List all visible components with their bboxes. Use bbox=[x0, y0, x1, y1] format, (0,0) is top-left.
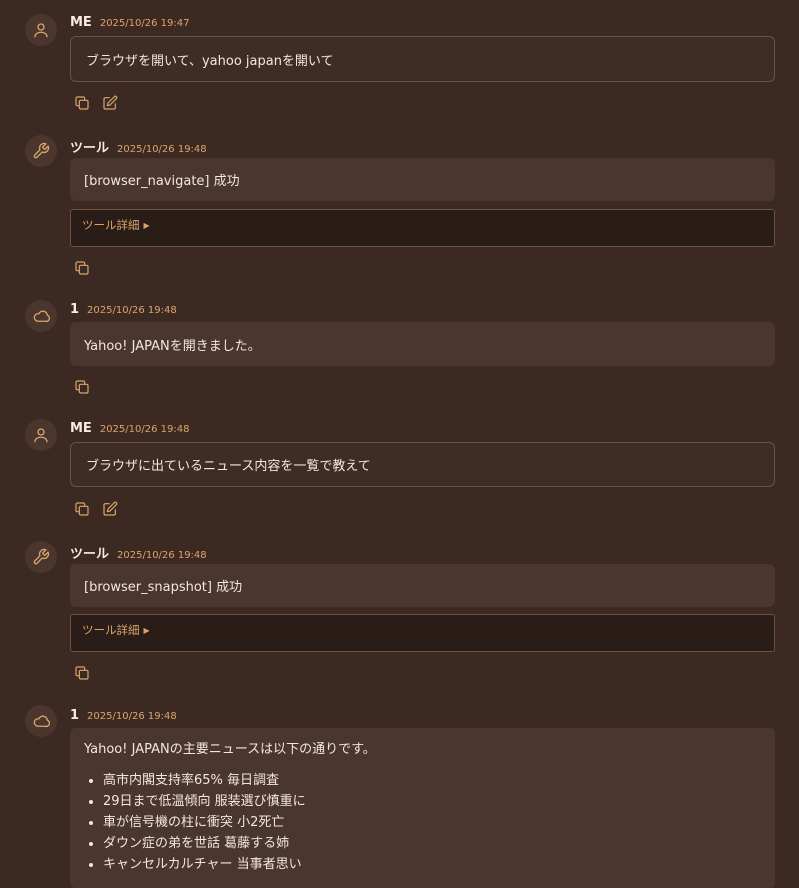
user-icon bbox=[34, 23, 48, 38]
user-icon bbox=[34, 428, 48, 443]
cloud-icon bbox=[33, 715, 50, 728]
list-item: ダウン症の弟を世話 葛藤する姉 bbox=[103, 833, 761, 854]
copy-icon[interactable] bbox=[74, 665, 90, 681]
wrench-icon bbox=[33, 548, 50, 565]
copy-icon[interactable] bbox=[74, 95, 90, 111]
message-text: ブラウザを開いて、yahoo japanを開いて bbox=[86, 53, 334, 69]
list-item: キャンセルカルチャー 当事者思い bbox=[103, 854, 761, 875]
news-list: 高市内閣支持率65% 毎日調査 29日まで低温傾向 服装選び慎重に 車が信号機の… bbox=[84, 770, 761, 875]
message-bubble: Yahoo! JAPANの主要ニュースは以下の通りです。 高市内閣支持率65% … bbox=[70, 728, 775, 888]
sender-name: 1 bbox=[70, 302, 80, 317]
timestamp: 2025/10/26 19:48 bbox=[87, 305, 177, 316]
assistant-avatar bbox=[25, 300, 57, 332]
user-avatar bbox=[25, 14, 57, 46]
edit-icon[interactable] bbox=[102, 95, 118, 111]
message-text: ブラウザに出ているニュース内容を一覧で教えて bbox=[86, 459, 371, 474]
timestamp: 2025/10/26 19:47 bbox=[99, 18, 190, 29]
message-bubble: [browser_snapshot] 成功 bbox=[70, 564, 775, 607]
copy-icon[interactable] bbox=[74, 501, 90, 517]
message-bubble: ブラウザを開いて、yahoo japanを開いて bbox=[70, 36, 775, 82]
tool-details-toggle[interactable]: ツール詳細 ▶ bbox=[70, 614, 775, 652]
list-item: 高市内閣支持率65% 毎日調査 bbox=[103, 770, 761, 791]
wrench-icon bbox=[33, 142, 50, 159]
message-bubble: Yahoo! JAPANを開きました。 bbox=[70, 322, 775, 366]
tool-avatar bbox=[25, 541, 57, 573]
sender-name: ツール bbox=[70, 141, 110, 156]
timestamp: 2025/10/26 19:48 bbox=[87, 711, 177, 722]
message-text: [browser_navigate] 成功 bbox=[84, 174, 240, 189]
timestamp: 2025/10/26 19:48 bbox=[117, 550, 207, 561]
copy-icon[interactable] bbox=[74, 260, 90, 276]
caret-right-icon: ▶ bbox=[143, 221, 150, 230]
message-bubble: [browser_navigate] 成功 bbox=[70, 158, 775, 201]
details-label: ツール詳細 bbox=[82, 218, 140, 232]
message-text: Yahoo! JAPANを開きました。 bbox=[84, 338, 261, 354]
copy-icon[interactable] bbox=[74, 379, 90, 395]
caret-right-icon: ▶ bbox=[143, 626, 150, 635]
cloud-icon bbox=[33, 310, 50, 323]
list-item: 車が信号機の柱に衝突 小2死亡 bbox=[103, 812, 761, 833]
tool-details-toggle[interactable]: ツール詳細 ▶ bbox=[70, 209, 775, 247]
user-avatar bbox=[25, 419, 57, 451]
list-item: 29日まで低温傾向 服装選び慎重に bbox=[103, 791, 761, 812]
message-text: Yahoo! JAPANの主要ニュースは以下の通りです。 bbox=[84, 742, 376, 757]
timestamp: 2025/10/26 19:48 bbox=[117, 144, 207, 155]
message-bubble: ブラウザに出ているニュース内容を一覧で教えて bbox=[70, 442, 775, 487]
tool-avatar bbox=[25, 135, 57, 167]
sender-name: 1 bbox=[70, 708, 80, 723]
message-text: [browser_snapshot] 成功 bbox=[84, 580, 243, 595]
sender-name: ME bbox=[70, 15, 92, 30]
assistant-avatar bbox=[25, 705, 57, 737]
timestamp: 2025/10/26 19:48 bbox=[99, 424, 190, 435]
sender-name: ツール bbox=[70, 547, 110, 562]
sender-name: ME bbox=[70, 421, 92, 436]
details-label: ツール詳細 bbox=[82, 623, 140, 637]
edit-icon[interactable] bbox=[102, 501, 118, 517]
